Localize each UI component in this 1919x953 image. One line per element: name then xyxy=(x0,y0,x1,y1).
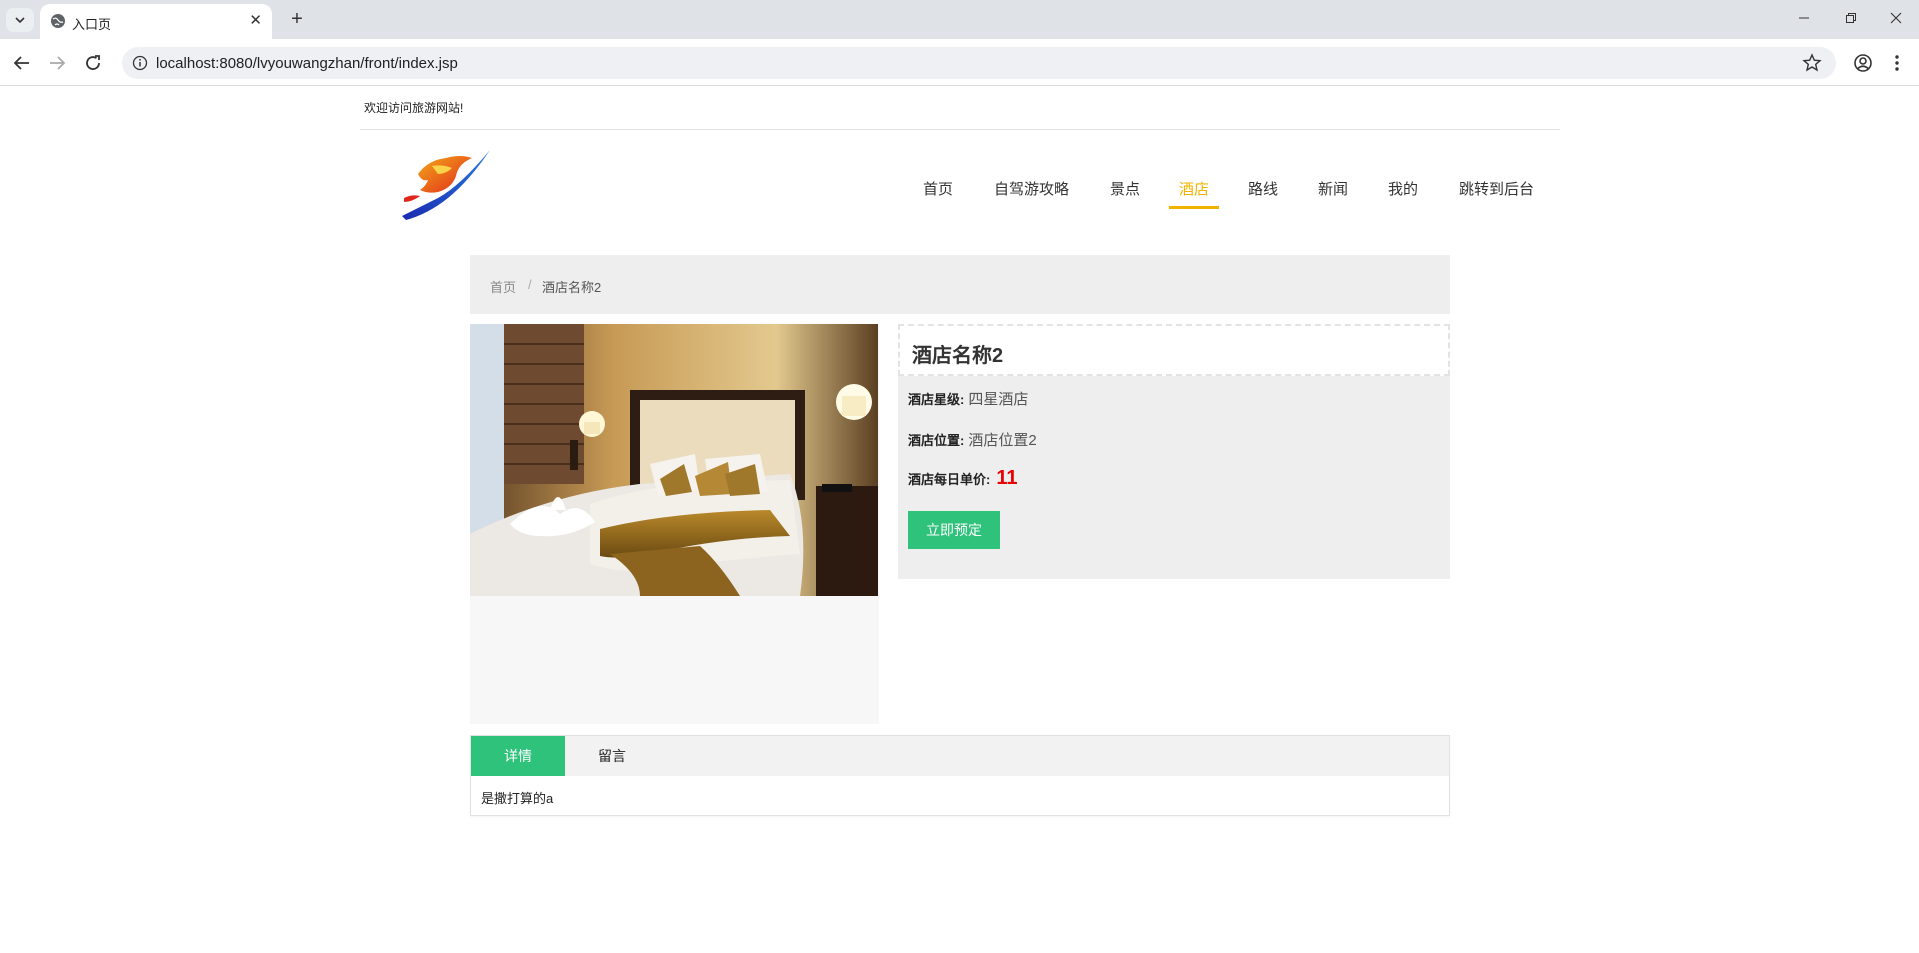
browser-tab[interactable]: 入口页 ✕ xyxy=(40,4,272,39)
browser-toolbar: localhost:8080/lvyouwangzhan/front/index… xyxy=(0,39,1919,86)
hotel-location-row: 酒店位置: 酒店位置2 xyxy=(908,429,1037,450)
nav-item-attractions[interactable]: 景点 xyxy=(1110,178,1140,212)
site-info-icon[interactable] xyxy=(132,55,148,71)
globe-icon xyxy=(51,14,65,28)
breadcrumb-home[interactable]: 首页 xyxy=(490,277,516,296)
hotel-title-box: 酒店名称2 xyxy=(898,324,1450,376)
active-nav-underline xyxy=(1169,206,1219,209)
detail-tabs-header: 详情 留言 xyxy=(471,736,1449,776)
reload-icon[interactable] xyxy=(81,51,105,75)
minimize-icon xyxy=(1799,17,1809,19)
hotel-name: 酒店名称2 xyxy=(912,345,1004,367)
breadcrumb-separator: / xyxy=(528,277,532,292)
address-bar[interactable]: localhost:8080/lvyouwangzhan/front/index… xyxy=(122,47,1836,79)
nav-item-routes[interactable]: 路线 xyxy=(1248,178,1278,212)
back-arrow-icon[interactable] xyxy=(10,51,34,75)
nav-item-news[interactable]: 新闻 xyxy=(1318,178,1348,212)
tab-search-button[interactable] xyxy=(6,8,34,32)
more-menu-icon[interactable] xyxy=(1885,51,1909,75)
detail-tabs: 详情 留言 是撒打算的a xyxy=(470,735,1450,816)
new-tab-button[interactable]: + xyxy=(284,8,310,32)
nav-item-home[interactable]: 首页 xyxy=(923,178,953,212)
nav-item-self-drive-guide[interactable]: 自驾游攻略 xyxy=(994,178,1069,212)
nav-item-admin[interactable]: 跳转到后台 xyxy=(1459,178,1534,212)
restore-icon xyxy=(1846,13,1856,23)
breadcrumb: 首页 / 酒店名称2 xyxy=(470,255,1450,314)
hotel-location-label: 酒店位置: xyxy=(908,433,965,448)
hotel-location-value: 酒店位置2 xyxy=(968,432,1037,449)
hotel-star-label: 酒店星级: xyxy=(908,392,965,407)
hotel-gallery xyxy=(470,324,879,724)
hotel-star-row: 酒店星级: 四星酒店 xyxy=(908,388,1028,409)
hotel-star-value: 四星酒店 xyxy=(968,391,1029,408)
nav-item-mine[interactable]: 我的 xyxy=(1388,178,1418,212)
detail-content: 是撒打算的a xyxy=(481,791,554,806)
tab-title: 入口页 xyxy=(72,17,112,32)
chevron-down-icon xyxy=(15,17,25,24)
tab-details[interactable]: 详情 xyxy=(471,736,565,776)
breadcrumb-current: 酒店名称2 xyxy=(542,280,602,295)
top-welcome-bar: 欢迎访问旅游网站! xyxy=(360,87,1560,130)
tab-comments[interactable]: 留言 xyxy=(565,736,659,776)
forward-arrow-icon[interactable] xyxy=(45,51,69,75)
restore-button[interactable] xyxy=(1831,6,1871,32)
close-window-button[interactable] xyxy=(1876,6,1916,32)
hotel-price-row: 酒店每日单价: 11 xyxy=(908,467,1018,490)
hotel-price-label: 酒店每日单价: xyxy=(908,472,991,487)
browser-tabstrip: 入口页 ✕ + xyxy=(0,0,1919,39)
hotel-info-panel: 酒店名称2 酒店星级: 四星酒店 酒店位置: 酒店位置2 酒店每日单价: 11 立即预… xyxy=(898,324,1450,579)
profile-icon[interactable] xyxy=(1851,51,1875,75)
close-tab-icon[interactable]: ✕ xyxy=(249,12,262,30)
close-icon xyxy=(1890,12,1902,24)
hotel-room-photo[interactable] xyxy=(470,324,878,596)
hotel-price-value: 11 xyxy=(996,467,1018,489)
welcome-text: 欢迎访问旅游网站! xyxy=(364,101,464,115)
url-text: localhost:8080/lvyouwangzhan/front/index… xyxy=(156,55,458,72)
bookmark-star-icon[interactable] xyxy=(1802,53,1822,73)
site-logo[interactable] xyxy=(398,146,494,222)
book-now-button[interactable]: 立即预定 xyxy=(908,511,1000,549)
minimize-button[interactable] xyxy=(1784,6,1824,32)
